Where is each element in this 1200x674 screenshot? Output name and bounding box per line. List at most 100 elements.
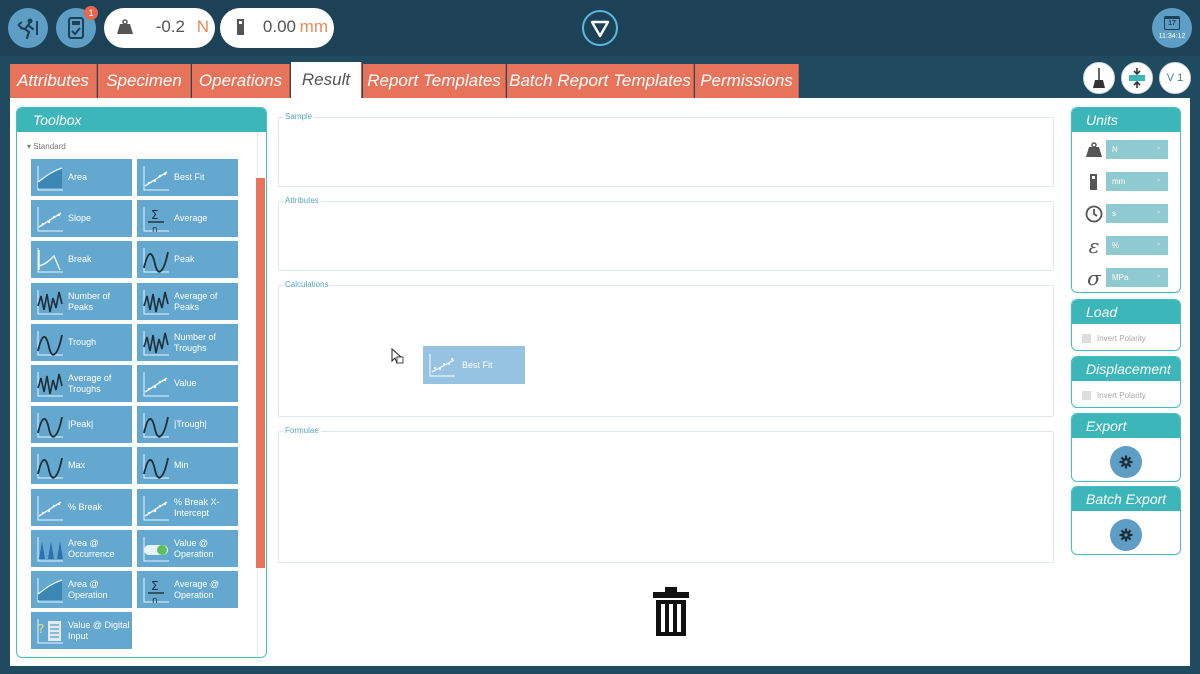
trash-icon[interactable] (652, 586, 690, 643)
force-unit-select[interactable]: N (1106, 137, 1168, 159)
tool-area-at-occurrence[interactable]: Area @ Occurrence (31, 530, 132, 567)
strain-unit-select[interactable]: % (1106, 233, 1168, 255)
tool-label: Trough (68, 337, 97, 347)
tab-bar: Attributes Specimen Operations Result Re… (0, 56, 1200, 98)
broom-icon (1093, 68, 1105, 88)
tool-average-of-peaks[interactable]: Average of Peaks (137, 283, 238, 320)
force-value: -0.2 (155, 17, 185, 36)
standard-group-toggle[interactable]: ▾ Standard (27, 142, 66, 151)
displacement-readout: 0.00 mm (220, 8, 334, 48)
tool-label: Value @ Digital Input (68, 619, 130, 641)
tool-label: Number of Troughs (174, 331, 217, 353)
logo-v-icon (590, 20, 610, 38)
tool-average-of-troughs[interactable]: Average of Troughs (31, 365, 132, 402)
unit-row-stress: σ MPa (1082, 265, 1172, 290)
mouse-cursor-icon (391, 347, 405, 371)
displacement-invert-label: Invert Polarity (1097, 391, 1146, 400)
stress-unit-select[interactable]: MPa (1106, 265, 1168, 287)
min-icon (143, 453, 169, 479)
svg-text:Σ: Σ (151, 579, 159, 593)
tool-label: Number of Peaks (68, 290, 111, 312)
average-of-troughs-icon (37, 371, 63, 396)
force-unit: N (196, 17, 209, 36)
force-readout: -0.2 N (104, 8, 215, 48)
tool-label: Area @ Occurrence (68, 537, 115, 559)
value-icon (143, 371, 169, 396)
export-settings-button[interactable] (1110, 446, 1142, 478)
displacement-title: Displacement (1072, 357, 1180, 381)
stress-icon: σ (1087, 266, 1101, 290)
displacement-unit: mm (299, 17, 328, 36)
tab-batch-report-templates[interactable]: Batch Report Templates (507, 64, 694, 98)
exit-button[interactable] (8, 8, 48, 48)
dragged-best-fit-item[interactable]: Best Fit (423, 346, 525, 384)
sample-section[interactable]: Sample (278, 112, 1054, 187)
tab-specimen[interactable]: Specimen (98, 64, 191, 98)
version-button[interactable]: V 1 (1159, 62, 1191, 94)
bottom-bar (0, 666, 1200, 674)
load-invert-checkbox[interactable] (1082, 334, 1091, 343)
tool-label: Area @ Operation (68, 578, 108, 600)
tool-average-at-operation[interactable]: Σn Average @ Operation (137, 571, 238, 608)
batch-export-settings-button[interactable] (1110, 519, 1142, 551)
displacement-value: 0.00 (262, 17, 296, 36)
clean-button[interactable] (1083, 62, 1115, 94)
tool-best-fit[interactable]: Best Fit (137, 159, 238, 196)
tool-abs-trough[interactable]: |Trough| (137, 406, 238, 443)
exit-icon (17, 18, 38, 39)
attributes-section[interactable]: Attributes (278, 196, 1054, 271)
tool-label: Max (68, 460, 86, 470)
tool-value[interactable]: Value (137, 365, 238, 402)
tool-abs-peak[interactable]: |Peak| (31, 406, 132, 443)
formulae-section[interactable]: Formulae (278, 426, 1054, 563)
tool-max[interactable]: Max (31, 447, 132, 484)
tool-number-of-peaks[interactable]: Number of Peaks (31, 283, 132, 320)
tool-slope[interactable]: Slope (31, 200, 132, 237)
displacement-invert-polarity[interactable]: Invert Polarity (1082, 391, 1146, 400)
average-at-operation-icon: Σn (143, 577, 169, 604)
tab-result[interactable]: Result (291, 62, 362, 98)
length-unit-select[interactable]: mm (1106, 169, 1168, 191)
clock-time: 11:34:12 (1158, 33, 1186, 40)
displacement-invert-checkbox[interactable] (1082, 391, 1091, 400)
units-title: Units (1072, 108, 1180, 132)
time-unit-select[interactable]: s (1106, 201, 1168, 223)
tool-min[interactable]: Min (137, 447, 238, 484)
svg-text:n: n (152, 596, 158, 604)
toolbox-scrollbar[interactable] (256, 178, 265, 568)
area-at-occurrence-icon (37, 536, 63, 561)
calendar-clock-button[interactable]: 17 11:34:12 (1152, 8, 1192, 48)
load-invert-polarity[interactable]: Invert Polarity (1082, 334, 1146, 343)
tool-label: Average of Troughs (68, 372, 112, 394)
average-of-peaks-icon (143, 289, 169, 314)
tool-break[interactable]: Break (31, 241, 132, 278)
tool-number-of-troughs[interactable]: Number of Troughs (137, 324, 238, 361)
app-logo[interactable] (582, 10, 618, 46)
tab-report-templates[interactable]: Report Templates (363, 64, 506, 98)
tool-label: Min (174, 460, 189, 470)
tool-label: % Break (68, 502, 103, 512)
tool-percent-break-x-intercept[interactable]: % Break X-Intercept (137, 489, 238, 526)
tab-operations[interactable]: Operations (192, 64, 290, 98)
peak-icon (143, 247, 169, 273)
svg-text:Σ: Σ (151, 208, 159, 222)
tool-label: Value @ Operation (174, 537, 214, 559)
tool-area-at-operation[interactable]: Area @ Operation (31, 571, 132, 608)
weight-icon (116, 18, 134, 41)
fit-view-button[interactable] (1121, 62, 1153, 94)
value-at-digital-input-icon: ? (37, 618, 63, 643)
tool-value-at-digital-input[interactable]: ? Value @ Digital Input (31, 612, 132, 649)
calculations-section-label: Calculations (283, 280, 331, 289)
tool-peak[interactable]: Peak (137, 241, 238, 278)
slope-icon (37, 206, 63, 231)
tab-attributes[interactable]: Attributes (10, 64, 97, 98)
area-at-operation-icon (37, 577, 63, 602)
tool-value-at-operation[interactable]: Value @ Operation (137, 530, 238, 567)
trough-icon (37, 330, 63, 356)
tool-trough[interactable]: Trough (31, 324, 132, 361)
tool-area[interactable]: Area (31, 159, 132, 196)
tool-percent-break[interactable]: % Break (31, 489, 132, 526)
tool-average[interactable]: Σn Average (137, 200, 238, 237)
length-icon (1084, 172, 1104, 192)
tab-permissions[interactable]: Permissions (695, 64, 799, 98)
